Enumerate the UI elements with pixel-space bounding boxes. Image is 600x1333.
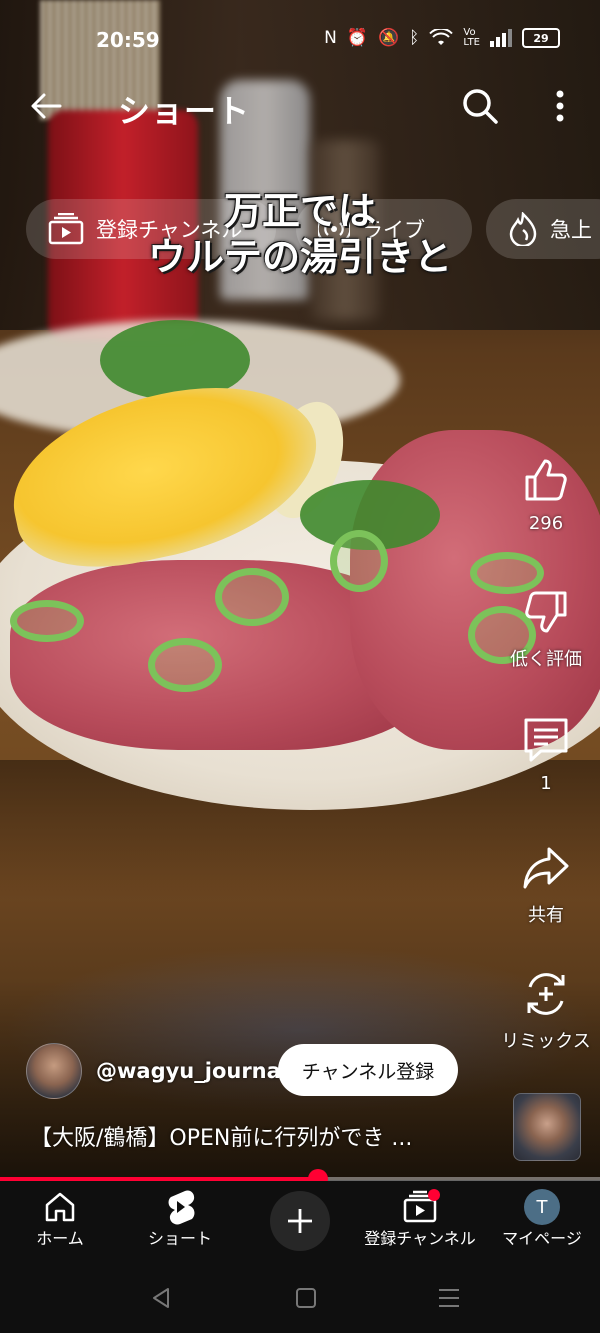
more-options-button[interactable] <box>544 84 576 128</box>
comments-button[interactable]: 1 <box>496 715 596 794</box>
status-icons: N ⏰ 🔕 ᛒ Vo LTE 29 <box>324 28 560 48</box>
share-icon <box>523 847 569 889</box>
search-icon <box>463 89 498 124</box>
more-vertical-icon <box>556 90 564 122</box>
triangle-back-icon <box>153 1288 169 1308</box>
profile-avatar: T <box>524 1189 560 1225</box>
comment-count: 1 <box>540 773 552 794</box>
nav-subscriptions-label: 登録チャンネル <box>364 1229 476 1248</box>
remix-icon <box>527 973 565 1015</box>
nav-shorts-label: ショート <box>147 1229 212 1248</box>
system-back-button[interactable] <box>146 1283 176 1313</box>
subscribe-button[interactable]: チャンネル登録 <box>278 1044 458 1096</box>
nav-you-label: マイページ <box>502 1229 582 1248</box>
menu-lines-icon <box>439 1289 459 1307</box>
system-nav-bar <box>0 1263 600 1333</box>
search-button[interactable] <box>458 84 502 128</box>
bluetooth-icon: ᛒ <box>409 28 420 48</box>
channel-handle[interactable]: @wagyu_journal <box>96 1059 288 1083</box>
status-bar: 20:59 N ⏰ 🔕 ᛒ Vo LTE 29 <box>0 22 600 58</box>
source-video-thumbnail[interactable] <box>513 1093 581 1161</box>
square-home-icon <box>296 1288 316 1308</box>
video-title[interactable]: 【大阪/鶴橋】OPEN前に行列ができ ... <box>30 1120 412 1152</box>
system-recents-button[interactable] <box>434 1283 464 1313</box>
top-bar: ショート <box>0 76 600 136</box>
nav-shorts[interactable]: ショート <box>140 1189 220 1249</box>
battery-icon: 29 <box>522 28 560 48</box>
signal-icon <box>490 29 512 47</box>
remix-button[interactable]: リミックス <box>496 969 596 1053</box>
page-title: ショート <box>118 92 251 130</box>
nav-you[interactable]: T マイページ <box>498 1189 586 1249</box>
shorts-icon <box>168 1190 195 1225</box>
nfc-icon: N <box>324 28 337 48</box>
nav-home[interactable]: ホーム <box>30 1189 90 1249</box>
share-label: 共有 <box>528 905 564 926</box>
plus-icon <box>288 1209 312 1233</box>
like-button[interactable]: 296 <box>496 455 596 534</box>
dislike-button[interactable]: 低く評価 <box>496 587 596 671</box>
avatar[interactable] <box>26 1043 82 1099</box>
thumbs-up-icon <box>525 459 567 501</box>
back-button[interactable] <box>26 86 66 126</box>
alarm-icon: ⏰ <box>346 28 368 48</box>
video-caption: 万正では ウルテの湯引きと <box>0 188 600 280</box>
thumbs-down-icon <box>525 591 567 633</box>
create-button[interactable] <box>270 1191 330 1251</box>
status-time: 20:59 <box>96 28 160 52</box>
notification-dot <box>428 1189 440 1201</box>
dislike-label: 低く評価 <box>510 649 582 670</box>
nav-home-label: ホーム <box>36 1229 84 1248</box>
mute-icon: 🔕 <box>378 28 400 48</box>
channel-row[interactable]: @wagyu_journal <box>26 1043 288 1099</box>
nav-subscriptions[interactable]: 登録チャンネル <box>360 1189 480 1249</box>
wifi-icon <box>429 29 454 45</box>
bottom-nav: ホーム ショート 登録チャンネル T マイページ <box>0 1181 600 1263</box>
home-icon <box>45 1192 75 1222</box>
caption-line-2: ウルテの湯引きと <box>147 235 452 279</box>
remix-label: リミックス <box>501 1031 591 1052</box>
share-button[interactable]: 共有 <box>496 843 596 927</box>
like-count: 296 <box>528 513 564 534</box>
back-arrow-icon <box>31 93 62 119</box>
caption-line-1: 万正では <box>223 189 376 233</box>
system-home-button[interactable] <box>291 1283 321 1313</box>
comment-icon <box>524 718 568 762</box>
volte-icon: Vo LTE <box>463 27 480 48</box>
